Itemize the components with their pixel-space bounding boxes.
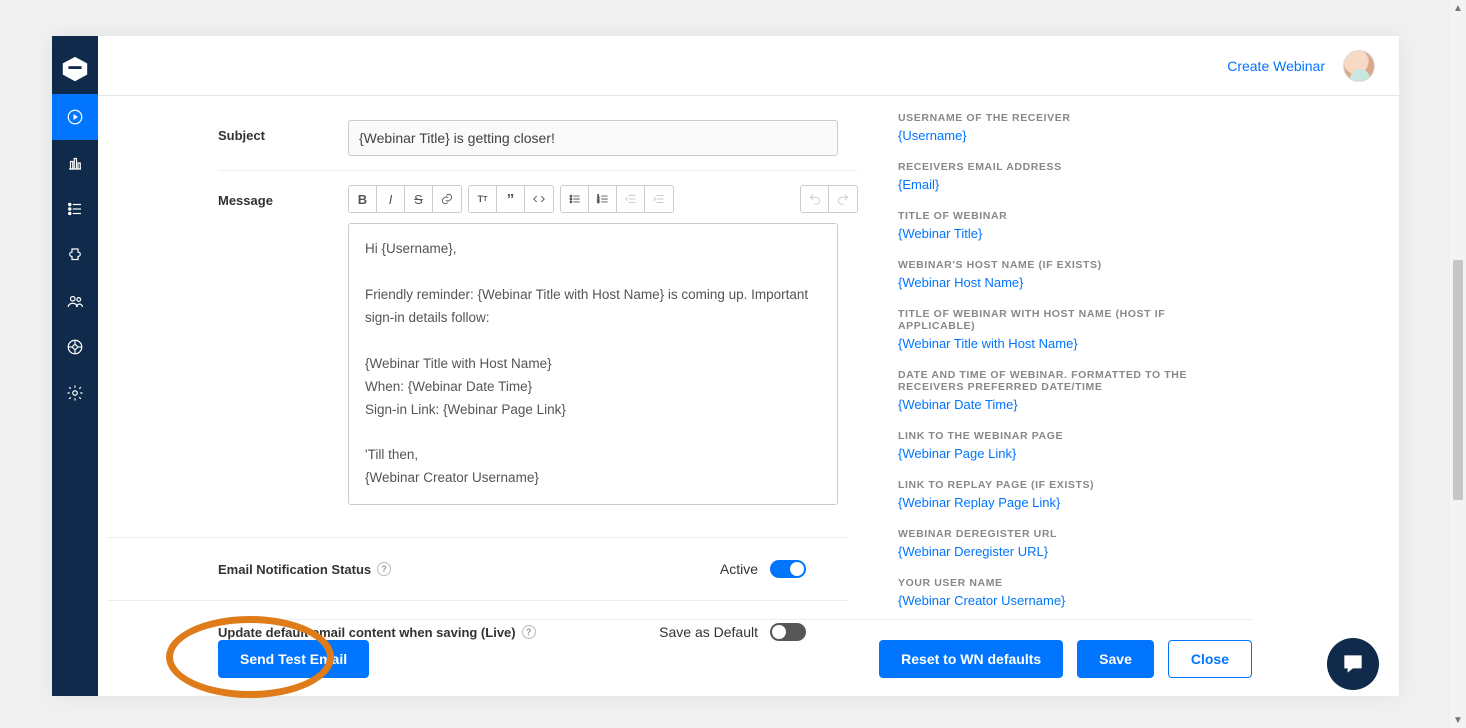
app-frame: Create Webinar Subject Message B I S bbox=[52, 36, 1399, 696]
var-token-deregister-url[interactable]: {Webinar Deregister URL} bbox=[898, 544, 1238, 559]
form-area: Subject Message B I S bbox=[98, 96, 858, 663]
indent-button[interactable] bbox=[645, 186, 673, 212]
var-title: Webinar deregister URL bbox=[898, 528, 1238, 540]
var-title: Your user name bbox=[898, 577, 1238, 589]
editor-toolbar: B I S TT ” 123 bbox=[348, 185, 858, 213]
var-title: Title of webinar bbox=[898, 210, 1238, 222]
var-token-email[interactable]: {Email} bbox=[898, 177, 1238, 192]
sidebar bbox=[52, 36, 98, 696]
var-token-creator-username[interactable]: {Webinar Creator Username} bbox=[898, 593, 1238, 608]
help-icon[interactable]: ? bbox=[377, 562, 391, 576]
var-token-host-name[interactable]: {Webinar Host Name} bbox=[898, 275, 1238, 290]
ordered-list-button[interactable]: 123 bbox=[589, 186, 617, 212]
notification-status-label: Email Notification Status bbox=[218, 562, 371, 577]
var-token-title-with-host[interactable]: {Webinar Title with Host Name} bbox=[898, 336, 1238, 351]
bullet-list-button[interactable] bbox=[561, 186, 589, 212]
var-title: Username of the receiver bbox=[898, 112, 1238, 124]
sidebar-item-webinars[interactable] bbox=[52, 94, 98, 140]
bold-button[interactable]: B bbox=[349, 186, 377, 212]
sidebar-item-help[interactable] bbox=[52, 324, 98, 370]
sidebar-item-analytics[interactable] bbox=[52, 140, 98, 186]
var-title: Date and time of webinar. Formatted to t… bbox=[898, 369, 1238, 393]
heading-button[interactable]: TT bbox=[469, 186, 497, 212]
avatar[interactable] bbox=[1343, 50, 1375, 82]
var-title: Link to replay page (if exists) bbox=[898, 479, 1238, 491]
notification-status-row: Email Notification Status ? Active bbox=[108, 537, 848, 600]
subject-input[interactable] bbox=[348, 120, 838, 156]
chat-bubble-icon[interactable] bbox=[1327, 638, 1379, 690]
sidebar-item-settings[interactable] bbox=[52, 370, 98, 416]
content: Subject Message B I S bbox=[98, 96, 1399, 696]
var-title: Receivers email address bbox=[898, 161, 1238, 173]
close-button[interactable]: Close bbox=[1168, 640, 1252, 678]
message-row: Message B I S TT ” bbox=[218, 171, 858, 519]
subject-row: Subject bbox=[218, 106, 858, 171]
sidebar-item-people[interactable] bbox=[52, 278, 98, 324]
notification-status-toggle[interactable] bbox=[770, 560, 806, 578]
message-editor[interactable]: Hi {Username}, Friendly reminder: {Webin… bbox=[348, 223, 838, 505]
code-button[interactable] bbox=[525, 186, 553, 212]
save-button[interactable]: Save bbox=[1077, 640, 1154, 678]
italic-button[interactable]: I bbox=[377, 186, 405, 212]
sidebar-item-integrations[interactable] bbox=[52, 232, 98, 278]
variables-panel: Username of the receiver {Username} Recei… bbox=[898, 112, 1238, 626]
quote-button[interactable]: ” bbox=[497, 186, 525, 212]
outdent-button[interactable] bbox=[617, 186, 645, 212]
footer: Send Test Email Reset to WN defaults Sav… bbox=[218, 619, 1252, 678]
subject-label: Subject bbox=[218, 120, 348, 143]
var-token-page-link[interactable]: {Webinar Page Link} bbox=[898, 446, 1238, 461]
var-token-username[interactable]: {Username} bbox=[898, 128, 1238, 143]
send-test-email-button[interactable]: Send Test Email bbox=[218, 640, 369, 678]
var-title: Link to the webinar page bbox=[898, 430, 1238, 442]
strike-button[interactable]: S bbox=[405, 186, 433, 212]
browser-scrollbar[interactable]: ▲ ▼ bbox=[1450, 0, 1466, 728]
notification-status-value: Active bbox=[720, 561, 758, 577]
var-token-date-time[interactable]: {Webinar Date Time} bbox=[898, 397, 1238, 412]
message-label: Message bbox=[218, 185, 348, 208]
undo-button[interactable] bbox=[801, 186, 829, 212]
var-title: Webinar's host name (if exists) bbox=[898, 259, 1238, 271]
var-token-webinar-title[interactable]: {Webinar Title} bbox=[898, 226, 1238, 241]
topbar: Create Webinar bbox=[98, 36, 1399, 96]
var-token-replay-link[interactable]: {Webinar Replay Page Link} bbox=[898, 495, 1238, 510]
redo-button[interactable] bbox=[829, 186, 857, 212]
var-title: Title of webinar with host name (host if… bbox=[898, 308, 1238, 332]
sidebar-item-list[interactable] bbox=[52, 186, 98, 232]
reset-defaults-button[interactable]: Reset to WN defaults bbox=[879, 640, 1063, 678]
svg-text:3: 3 bbox=[597, 199, 600, 204]
link-button[interactable] bbox=[433, 186, 461, 212]
create-webinar-link[interactable]: Create Webinar bbox=[1227, 58, 1325, 74]
app-logo-icon bbox=[60, 54, 90, 84]
